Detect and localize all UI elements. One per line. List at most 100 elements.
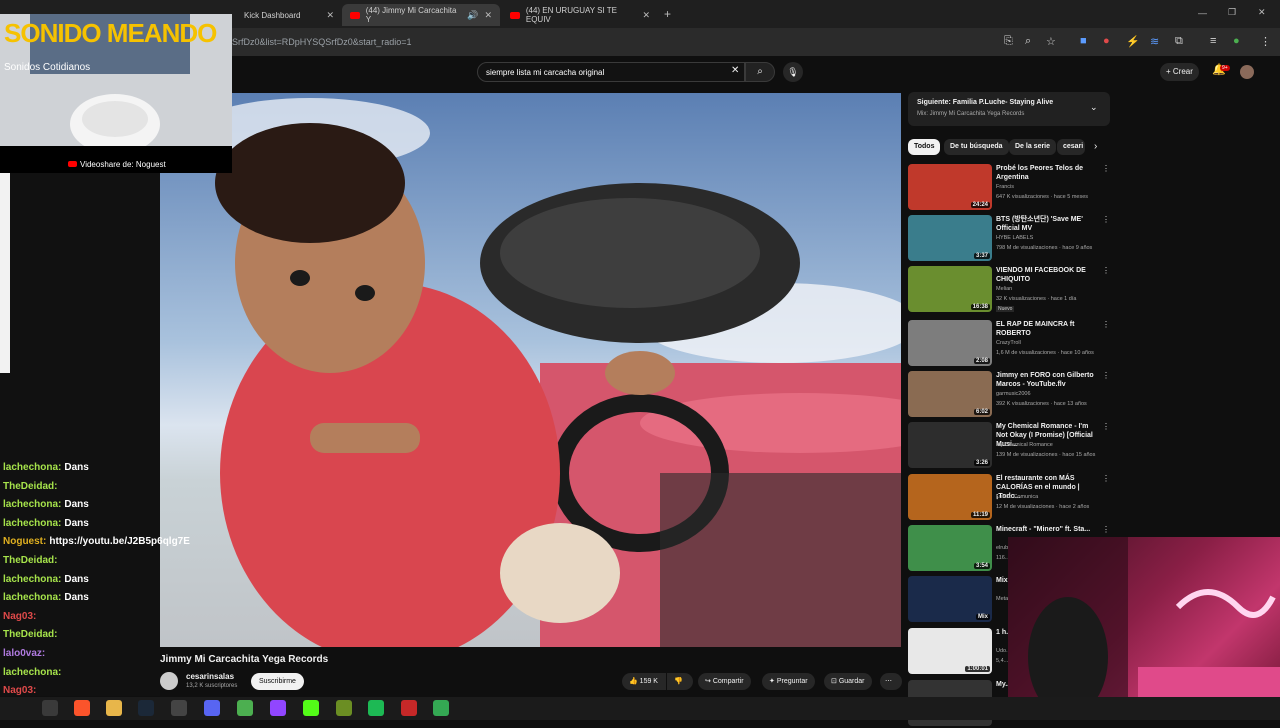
close-icon[interactable]: ✕ <box>484 10 492 21</box>
search-icon[interactable] <box>42 700 58 716</box>
more-options-icon[interactable]: ⋮ <box>1102 164 1110 173</box>
more-options-icon[interactable]: ⋮ <box>1102 266 1110 275</box>
mic-icon[interactable]: 🎙 <box>783 62 803 82</box>
channel-avatar[interactable] <box>160 672 178 690</box>
zoom-icon[interactable]: ⌕ <box>1025 35 1031 48</box>
avatar[interactable] <box>1240 65 1254 79</box>
recommendation-channel[interactable]: Francis <box>996 184 1014 190</box>
chat-username[interactable]: TheDeidad: <box>3 629 57 640</box>
create-button[interactable]: + Crear <box>1160 63 1199 81</box>
more-options-icon[interactable]: ⋮ <box>1102 525 1110 534</box>
new-tab-button[interactable]: + <box>664 7 671 21</box>
chat-username[interactable]: lachechona: <box>3 574 61 585</box>
chevron-down-icon[interactable]: ⌄ <box>1090 102 1098 113</box>
kick-icon[interactable] <box>303 700 319 716</box>
channel-name[interactable]: cesarinsalas <box>186 672 234 681</box>
steam-icon[interactable] <box>138 700 154 716</box>
minimize-icon[interactable]: — <box>1198 8 1207 18</box>
extension-icon[interactable]: ■ <box>1080 35 1087 47</box>
recommendation-item[interactable]: 2:08 EL RAP DE MAINCRA ft ROBERTO CrazyTro… <box>908 320 1110 368</box>
close-icon[interactable]: ✕ <box>326 10 334 21</box>
chat-username[interactable]: Nag03: <box>3 685 36 696</box>
tab-uruguay-video[interactable]: (44) EN URUGUAY SI TE EQUIV ✕ <box>502 4 658 26</box>
recommendation-channel[interactable]: HYBE LABELS <box>996 235 1033 241</box>
clear-search-icon[interactable]: ✕ <box>731 65 739 76</box>
bookmark-star-icon[interactable]: ☆ <box>1046 35 1056 48</box>
more-options-icon[interactable]: ⋮ <box>1102 371 1110 380</box>
chat-username[interactable]: Nag03: <box>3 611 36 622</box>
minecraft-icon[interactable] <box>336 700 352 716</box>
recommendation-item[interactable]: 3:37 BTS (방탄소년단) 'Save ME' Official MV HYB… <box>908 215 1110 263</box>
restore-icon[interactable]: ❐ <box>1228 7 1236 18</box>
up-next-panel[interactable] <box>908 92 1110 126</box>
more-options-icon[interactable]: ⋮ <box>1102 320 1110 329</box>
recommendation-item[interactable]: 11:19 El restaurante con MÁS CALORÍAS en … <box>908 474 1110 522</box>
recommendation-item[interactable]: 16:38 VIENDO MI FACEBOOK DE CHIQUITO Melia… <box>908 266 1110 314</box>
discord-icon[interactable] <box>204 700 220 716</box>
chip-cesari[interactable]: cesari <box>1057 139 1085 155</box>
chat-username[interactable]: TheDeidad: <box>3 481 57 492</box>
cast-icon[interactable]: ⎘ <box>1004 35 1013 48</box>
address-field[interactable]: SrfDz0&list=RDpHYSQSrfDz0&start_radio=1 <box>232 37 412 47</box>
chrome-icon[interactable] <box>237 700 253 716</box>
chat-username[interactable]: lachechona: <box>3 667 61 678</box>
recommendation-channel[interactable]: My Chemical Romance <box>996 442 1053 448</box>
chevron-right-icon[interactable]: › <box>1094 141 1097 152</box>
recommendation-channel[interactable]: Luisito Comunica <box>996 494 1038 500</box>
recommendation-title[interactable]: Minecraft - "Minero" ft. Sta... <box>996 525 1100 534</box>
app-icon[interactable] <box>270 700 286 716</box>
recommendation-title[interactable]: VIENDO MI FACEBOOK DE CHIQUITO <box>996 266 1100 284</box>
recommendation-title[interactable]: Jimmy en FORO con Gilberto Marcos - YouT… <box>996 371 1100 389</box>
more-options-icon[interactable]: ⋮ <box>1102 474 1110 483</box>
search-icon[interactable]: ⌕ <box>745 62 775 82</box>
chat-username[interactable]: lachechona: <box>3 499 61 510</box>
speaker-icon[interactable]: 🔊 <box>467 10 478 21</box>
chip-de-la-serie[interactable]: De la serie <box>1009 139 1057 155</box>
recommendation-item[interactable]: 24:24 Probé los Peores Telos de Argentina… <box>908 164 1110 212</box>
video-player[interactable] <box>160 93 901 647</box>
chat-username[interactable]: lachechona: <box>3 462 61 473</box>
recommendation-title[interactable]: BTS (방탄소년단) 'Save ME' Official MV <box>996 215 1100 233</box>
recommendation-channel[interactable]: garmusic2006 <box>996 391 1031 397</box>
recommendation-title[interactable]: Probé los Peores Telos de Argentina <box>996 164 1100 182</box>
search-input[interactable]: siempre lista mi carcacha original <box>477 62 745 82</box>
dislike-button[interactable]: 👎 <box>667 673 693 690</box>
chat-username[interactable]: lalo0vaz: <box>3 648 45 659</box>
profile-icon[interactable]: ● <box>1233 35 1240 47</box>
recommendation-item[interactable]: 6:02 Jimmy en FORO con Gilberto Marcos - … <box>908 371 1110 419</box>
chat-username[interactable]: lachechona: <box>3 592 61 603</box>
chat-username[interactable]: lachechona: <box>3 518 61 529</box>
chat-username[interactable]: Noguest: <box>3 536 46 547</box>
chip-todos[interactable]: Todos <box>908 139 941 155</box>
chrome-icon[interactable] <box>433 700 449 716</box>
recommendation-channel[interactable]: CrazyTroll <box>996 340 1021 346</box>
subscribe-button[interactable]: Suscribirme <box>251 673 304 690</box>
more-actions-button[interactable]: ⋯ <box>880 673 902 690</box>
share-button[interactable]: ↪ Compartir <box>698 673 751 690</box>
menu-icon[interactable]: ⋮ <box>1260 35 1271 48</box>
chat-username[interactable]: TheDeidad: <box>3 555 57 566</box>
recommendation-channel[interactable]: Melian <box>996 286 1012 292</box>
like-button[interactable]: 👍 159 K <box>622 673 666 690</box>
extension-icon[interactable]: ● <box>1103 35 1110 47</box>
more-options-icon[interactable]: ⋮ <box>1102 422 1110 431</box>
tab-jimmy-video[interactable]: (44) Jimmy Mi Carcachita Y 🔊 ✕ <box>342 4 500 26</box>
extension-icon[interactable]: ≋ <box>1150 35 1159 48</box>
obs-icon[interactable] <box>171 700 187 716</box>
close-icon[interactable]: ✕ <box>642 10 650 21</box>
close-window-icon[interactable]: ✕ <box>1258 7 1266 18</box>
spotify-icon[interactable] <box>368 700 384 716</box>
tab-kick-dashboard[interactable]: Kick Dashboard ✕ <box>214 4 342 26</box>
app-icon[interactable] <box>401 700 417 716</box>
save-button[interactable]: ⊡ Guardar <box>824 673 872 690</box>
tab-search-icon[interactable]: ≡ <box>1210 35 1216 47</box>
more-options-icon[interactable]: ⋮ <box>1102 215 1110 224</box>
extension-icon[interactable]: ⚡ <box>1126 35 1140 48</box>
brave-icon[interactable] <box>74 700 90 716</box>
folder-icon[interactable] <box>106 700 122 716</box>
recommendation-title[interactable]: EL RAP DE MAINCRA ft ROBERTO <box>996 320 1100 338</box>
ask-button[interactable]: ✦ Preguntar <box>762 673 815 690</box>
puzzle-icon[interactable]: ⧉ <box>1175 35 1183 48</box>
recommendation-item[interactable]: 3:26 My Chemical Romance - I'm Not Okay (… <box>908 422 1110 470</box>
chip-de-tu-busqueda[interactable]: De tu búsqueda <box>944 139 1009 155</box>
